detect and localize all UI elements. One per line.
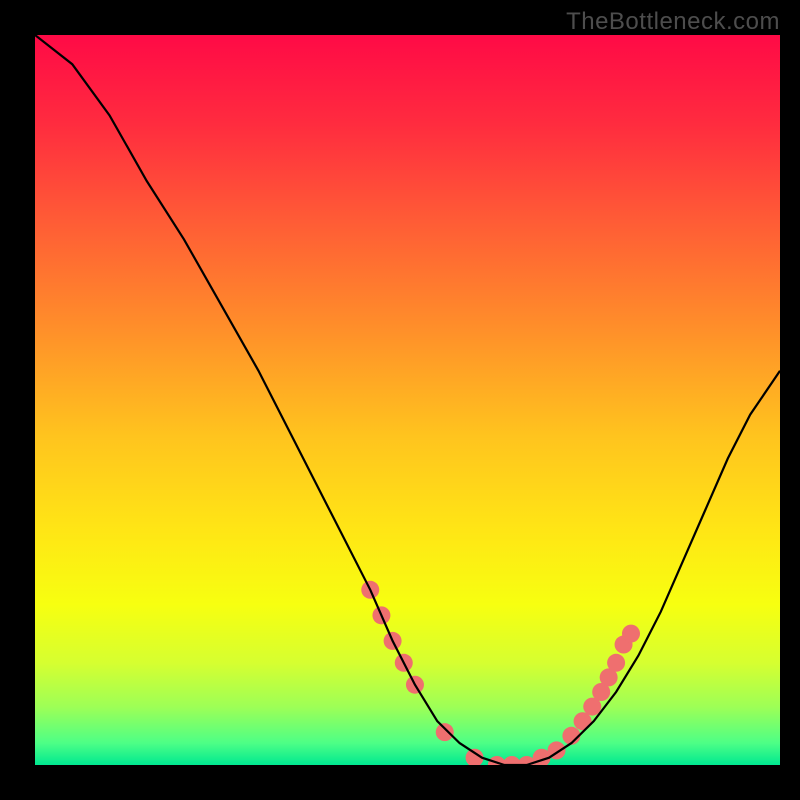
chart-frame: TheBottleneck.com: [0, 0, 800, 800]
watermark-text: TheBottleneck.com: [566, 8, 780, 36]
highlight-dot: [436, 723, 454, 741]
highlight-dot: [622, 625, 640, 643]
chart-svg: [35, 35, 780, 765]
plot-area: [35, 35, 780, 765]
highlight-dot: [607, 654, 625, 672]
